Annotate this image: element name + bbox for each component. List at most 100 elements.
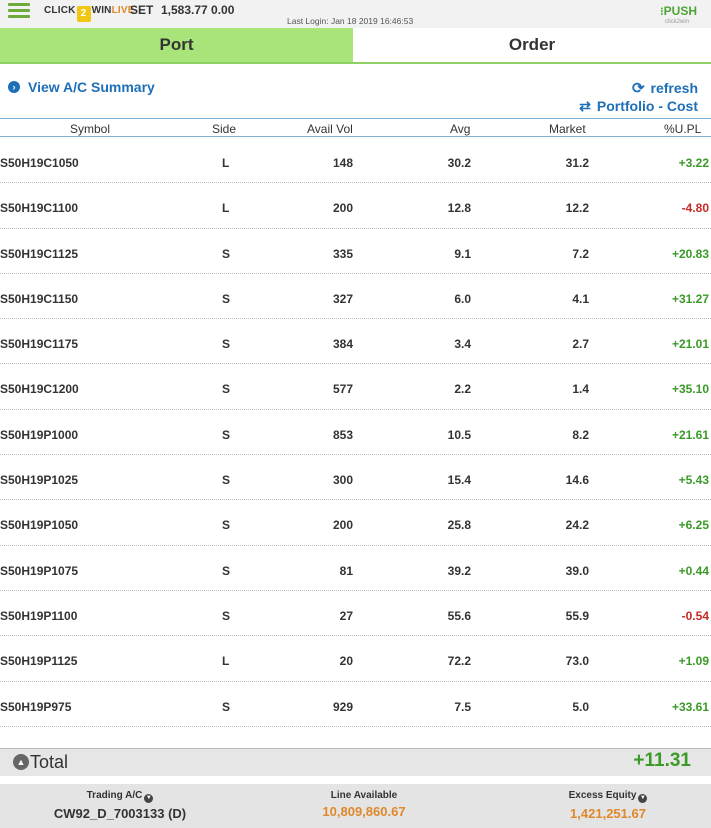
table-row[interactable]: S50H19C1100 L 200 12.8 12.2 -4.80: [0, 183, 711, 229]
cell-upl: -4.80: [681, 201, 709, 216]
last-login-text: Last Login: Jan 18 2019 16:46:53: [287, 16, 414, 26]
cell-market: 4.1: [572, 291, 589, 306]
line-available-block: Line Available 10,809,860.67: [284, 790, 444, 819]
cell-side: S: [222, 337, 231, 352]
table-row[interactable]: S50H19P1100 S 27 55.6 55.9 -0.54: [0, 591, 711, 637]
cell-symbol: S50H19C1200: [0, 382, 79, 397]
brand-logo: CLICK 2 WINLIVE: [44, 5, 135, 22]
portfolio-cost-label: Portfolio - Cost: [596, 98, 698, 114]
cell-avail-vol: 335: [332, 246, 353, 261]
tab-order[interactable]: Order: [353, 28, 711, 62]
table-row[interactable]: S50H19P975 S 929 7.5 5.0 +33.61: [0, 682, 711, 727]
cell-side: S: [222, 608, 231, 623]
cell-symbol: S50H19P1050: [0, 518, 79, 533]
swap-icon: ⇄: [579, 98, 591, 114]
tab-port[interactable]: Port: [0, 28, 353, 62]
top-header: CLICK 2 WINLIVE SET 1,583.77 0.00 Last Log…: [0, 0, 711, 28]
excess-equity-label: Excess Equity: [568, 790, 637, 801]
cell-side: S: [222, 563, 231, 578]
account-footer: Trading A/C ▼ CW92_D_7003133 (D) Line Ava…: [0, 784, 711, 828]
cell-avg: 39.2: [447, 563, 471, 578]
cell-avail-vol: 27: [339, 608, 353, 623]
table-row[interactable]: S50H19P1050 S 200 25.8 24.2 +6.25: [0, 500, 711, 546]
cell-avail-vol: 300: [332, 473, 353, 488]
index-name: SET: [130, 3, 154, 17]
push-button[interactable]: ⁝PUSH: [660, 4, 697, 18]
cell-avail-vol: 577: [332, 382, 353, 397]
cell-market: 8.2: [572, 427, 589, 442]
portfolio-cost-toggle[interactable]: ⇄ Portfolio - Cost: [579, 98, 698, 115]
cell-market: 73.0: [565, 654, 589, 669]
trading-ac-label: Trading A/C: [86, 790, 143, 801]
line-available-label: Line Available: [330, 790, 398, 801]
cell-market: 5.0: [572, 699, 589, 714]
refresh-icon: ⟳: [631, 80, 645, 97]
table-row[interactable]: S50H19C1175 S 384 3.4 2.7 +21.01: [0, 319, 711, 365]
table-row[interactable]: S50H19P1125 L 20 72.2 73.0 +1.09: [0, 636, 711, 682]
refresh-button[interactable]: ⟳ refresh: [632, 79, 698, 97]
menu-icon[interactable]: [8, 3, 30, 19]
table-row[interactable]: S50H19C1150 S 327 6.0 4.1 +31.27: [0, 274, 711, 320]
table-row[interactable]: S50H19C1050 L 148 30.2 31.2 +3.22: [0, 138, 711, 184]
cell-avg: 72.2: [447, 654, 471, 669]
col-market: Market: [549, 122, 586, 136]
cell-symbol: S50H19P1075: [0, 563, 79, 578]
index-value: 1,583.77 0.00: [161, 3, 235, 17]
refresh-label: refresh: [650, 80, 698, 96]
cell-avail-vol: 148: [332, 156, 353, 170]
tab-bar: Port Order: [0, 28, 711, 64]
table-row[interactable]: S50H19P1025 S 300 15.4 14.6 +5.43: [0, 455, 711, 501]
cell-avail-vol: 200: [332, 518, 353, 533]
cell-upl: +5.43: [678, 473, 709, 488]
cell-avg: 30.2: [447, 156, 471, 170]
cell-avail-vol: 853: [332, 427, 353, 442]
cell-symbol: S50H19P1000: [0, 427, 79, 442]
cell-symbol: S50H19P1125: [0, 654, 78, 669]
cell-avg: 7.5: [454, 699, 471, 714]
cell-symbol: S50H19C1125: [0, 246, 79, 261]
table-header: Symbol Side Avail Vol Avg Market %U.PL: [0, 118, 711, 137]
cell-avail-vol: 200: [332, 201, 353, 216]
col-upl: %U.PL: [664, 122, 702, 136]
cell-avg: 9.1: [454, 246, 471, 261]
cell-upl: -0.54: [681, 608, 709, 623]
cell-upl: +20.83: [671, 246, 709, 261]
cell-avail-vol: 384: [332, 337, 353, 352]
table-row[interactable]: S50H19C1125 S 335 9.1 7.2 +20.83: [0, 229, 711, 274]
cell-symbol: S50H19P1025: [0, 473, 79, 488]
col-avail-vol: Avail Vol: [307, 122, 353, 136]
table-row[interactable]: S50H19P1075 S 81 39.2 39.0 +0.44: [0, 546, 711, 591]
cell-upl: +6.25: [678, 518, 709, 533]
table-row[interactable]: S50H19C1200 S 577 2.2 1.4 +35.10: [0, 364, 711, 410]
col-avg: Avg: [450, 122, 471, 136]
view-ac-summary-link[interactable]: › View A/C Summary: [8, 79, 155, 95]
total-label: Total: [30, 752, 69, 772]
cell-side: L: [222, 201, 230, 216]
excess-equity-value: 1,421,251.67: [570, 806, 646, 821]
cell-upl: +21.61: [671, 427, 709, 442]
chevron-down-icon: ▼: [144, 794, 154, 803]
cell-avg: 25.8: [447, 518, 471, 533]
cell-symbol: S50H19C1050: [0, 156, 79, 170]
table-row[interactable]: S50H19P1000 S 853 10.5 8.2 +21.61: [0, 410, 711, 456]
total-value: +11.31: [633, 750, 691, 771]
cell-avg: 10.5: [447, 427, 471, 442]
trading-ac-value: CW92_D_7003133 (D): [53, 806, 187, 821]
cell-market: 24.2: [565, 518, 589, 533]
cell-market: 31.2: [565, 156, 589, 170]
cell-market: 7.2: [572, 246, 589, 261]
cell-side: L: [222, 156, 230, 170]
cell-avg: 12.8: [447, 201, 471, 216]
cell-symbol: S50H19P1100: [0, 608, 78, 623]
cell-market: 12.2: [565, 201, 589, 216]
cell-market: 39.0: [565, 563, 589, 578]
trading-ac-block[interactable]: Trading A/C ▼ CW92_D_7003133 (D): [40, 790, 200, 821]
cell-upl: +35.10: [671, 382, 709, 397]
cell-side: S: [222, 382, 231, 397]
portfolio-table[interactable]: S50H19C1050 L 148 30.2 31.2 +3.22 S50H19C1100 L…: [0, 138, 711, 748]
chevron-up-circle-icon[interactable]: ▲: [13, 754, 29, 770]
cell-upl: +0.44: [678, 563, 709, 578]
cell-avg: 2.2: [454, 382, 471, 397]
cell-side: S: [222, 699, 231, 714]
excess-equity-block[interactable]: Excess Equity ▼ 1,421,251.67: [528, 790, 688, 821]
